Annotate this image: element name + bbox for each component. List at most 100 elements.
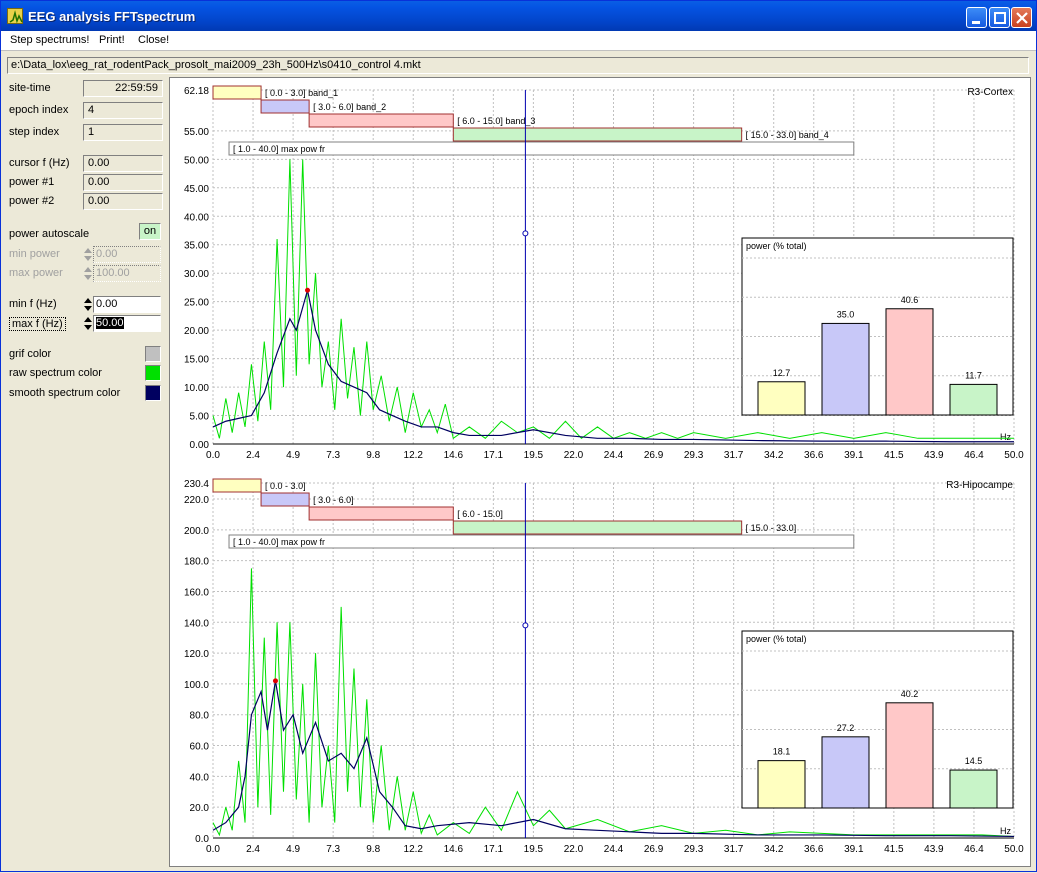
x-unit-label: Hz	[1000, 826, 1011, 836]
x-tick-label: 24.4	[604, 450, 624, 461]
band-label-1: [ 0.0 - 3.0] band_1	[265, 88, 338, 98]
y-tick-label: 25.00	[184, 298, 209, 309]
x-tick-label: 41.5	[884, 844, 904, 855]
band-label-4: [ 15.0 - 33.0]	[746, 523, 797, 533]
minimize-icon	[972, 21, 980, 24]
minimize-button[interactable]	[966, 7, 987, 28]
cursor-f-value: 0.00	[83, 155, 163, 172]
power-autoscale-label: power autoscale	[9, 228, 90, 240]
y-tick-label: 35.00	[184, 241, 209, 252]
min-power-label: min power	[9, 248, 60, 260]
site-time-label: site-time	[9, 82, 51, 94]
maximize-button[interactable]	[989, 7, 1010, 28]
max-f-spinner[interactable]	[83, 315, 93, 332]
x-tick-label: 34.2	[764, 844, 784, 855]
x-tick-label: 29.3	[684, 450, 704, 461]
max-f-input[interactable]: 50.00	[93, 315, 161, 332]
band-bar-4	[452, 127, 743, 142]
maximize-icon	[994, 12, 1006, 24]
spectrum-plots: 0.0 2.4 4.9 7.3 9.8 12.2 14.6 17.1 19.5 22.0 24.4 2…	[169, 77, 1031, 867]
inset-bar-3	[885, 308, 934, 416]
y-tick-label: 50.00	[184, 155, 209, 166]
band-bar-2	[260, 99, 310, 114]
y-tick-label: 140.0	[184, 618, 209, 629]
x-tick-label: 14.6	[444, 450, 464, 461]
raw-color-swatch[interactable]	[145, 365, 161, 381]
control-panel: site-time 22:59:59 epoch index 4 step in…	[1, 77, 169, 873]
max-f-selected-text: 50.00	[96, 317, 124, 329]
x-tick-label: 50.0	[1004, 844, 1024, 855]
x-tick-label: 36.6	[804, 450, 824, 461]
inset-bar-label-4: 14.5	[965, 756, 983, 766]
x-tick-label: 19.5	[524, 844, 544, 855]
close-button[interactable]	[1011, 7, 1032, 28]
x-tick-label: 26.9	[644, 844, 664, 855]
y-tick-label: 5.00	[190, 412, 210, 423]
x-tick-label: 26.9	[644, 450, 664, 461]
inset-title: power (% total)	[746, 634, 807, 644]
y-tick-label: 55.00	[184, 127, 209, 138]
max-f-label: max f (Hz)	[9, 317, 66, 331]
step-index-label: step index	[9, 126, 60, 138]
inset-bar-label-3: 40.2	[901, 689, 919, 699]
window-title: EEG analysis FFTspectrum	[28, 9, 196, 24]
min-f-spinner[interactable]	[83, 296, 93, 313]
spinner-arrows-icon	[84, 248, 92, 261]
epoch-index-label: epoch index	[9, 104, 69, 116]
grid-color-swatch[interactable]	[145, 346, 161, 362]
power1-label: power #1	[9, 176, 55, 188]
spinner-arrows-icon	[84, 267, 92, 280]
power2-label: power #2	[9, 195, 55, 207]
inset-bar-2	[821, 322, 870, 416]
y-tick-label: 45.00	[184, 184, 209, 195]
band-label-3: [ 6.0 - 15.0] band_3	[457, 116, 535, 126]
inset-bar-label-2: 35.0	[837, 309, 855, 319]
peak-marker	[305, 287, 311, 293]
y-tick-label: 200.0	[184, 526, 209, 537]
smooth-color-swatch[interactable]	[145, 385, 161, 401]
max-power-spinner	[83, 265, 93, 282]
band-bar-2	[260, 492, 310, 507]
x-tick-label: 17.1	[484, 450, 504, 461]
x-tick-label: 9.8	[366, 844, 380, 855]
y-tick-label: 0.00	[190, 440, 210, 451]
menu-step-spectrums[interactable]: Step spectrums!	[10, 34, 89, 46]
inset-bar-label-4: 11.7	[965, 370, 982, 380]
raw-color-label: raw spectrum color	[9, 367, 102, 379]
x-tick-label: 29.3	[684, 844, 704, 855]
cursor-handle	[522, 622, 529, 629]
inset-bar-2	[821, 736, 870, 809]
menu-close[interactable]: Close!	[138, 34, 169, 46]
x-tick-label: 14.6	[444, 844, 464, 855]
x-tick-label: 34.2	[764, 450, 784, 461]
x-tick-label: 50.0	[1004, 450, 1024, 461]
band-label-5: [ 1.0 - 40.0] max pow fr	[233, 537, 325, 547]
inset-bar-label-1: 12.7	[773, 368, 791, 378]
min-f-input[interactable]: 0.00	[93, 296, 161, 313]
x-unit-label: Hz	[1000, 432, 1011, 442]
x-tick-label: 46.4	[964, 450, 984, 461]
y-tick-label: 60.0	[190, 742, 210, 753]
band-label-2: [ 3.0 - 6.0] band_2	[313, 102, 386, 112]
title-bar[interactable]: EEG analysis FFTspectrum	[1, 1, 1036, 31]
band-bar-4	[452, 520, 743, 535]
power-autoscale-toggle[interactable]: on	[139, 223, 161, 240]
x-tick-label: 39.1	[844, 844, 864, 855]
file-path: e:\Data_lox\eeg_rat_rodentPack_prosolt_m…	[7, 57, 1029, 74]
band-label-4: [ 15.0 - 33.0] band_4	[746, 130, 829, 140]
close-icon	[1016, 12, 1028, 24]
y-tick-label: 180.0	[184, 557, 209, 568]
min-power-input: 0.00	[93, 246, 161, 263]
y-tick-label: 80.0	[190, 711, 210, 722]
menu-print[interactable]: Print!	[99, 34, 125, 46]
x-tick-label: 17.1	[484, 844, 504, 855]
x-tick-label: 9.8	[366, 450, 380, 461]
y-tick-label: 10.00	[184, 383, 209, 394]
spinner-arrows-icon	[84, 317, 92, 330]
inset-title: power (% total)	[746, 241, 807, 251]
band-bar-1	[212, 85, 262, 100]
spectrum-icon	[9, 10, 23, 24]
band-bar-3	[308, 113, 454, 128]
inset-bar-label-2: 27.2	[837, 723, 855, 733]
y-tick-label: 230.4	[184, 479, 209, 490]
